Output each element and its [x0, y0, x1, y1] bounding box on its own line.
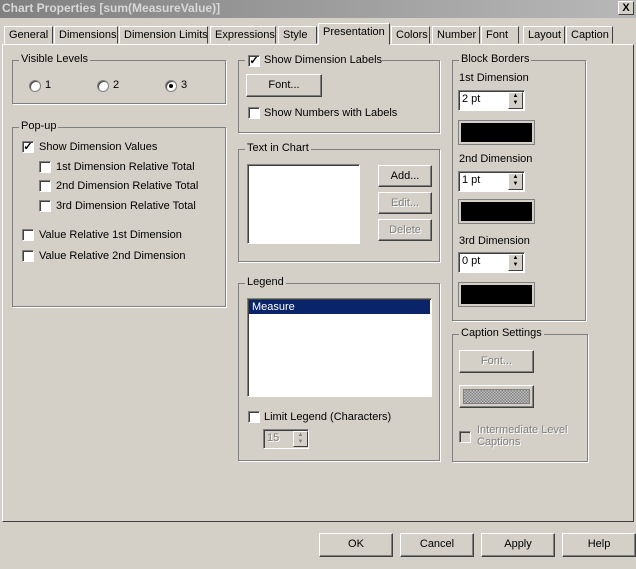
tab-layout[interactable]: Layout [523, 26, 565, 44]
value-rel2-label: Value Relative 2nd Dimension [39, 250, 186, 262]
caption-settings-group: Caption Settings Font... Intermediate Le… [452, 327, 588, 462]
text-in-chart-group: Text in Chart Add... Edit... Delete [238, 142, 440, 262]
dim2-border-color[interactable] [458, 199, 535, 224]
limit-legend-checkbox[interactable] [248, 411, 260, 423]
window-title: Chart Properties [sum(MeasureValue)] [2, 1, 221, 15]
dim2-border-spinner[interactable]: ▲ ▼ [508, 173, 523, 190]
show-dimension-labels-checkbox[interactable]: ✓ [248, 55, 260, 67]
limit-legend-spinner[interactable]: ▲ ▼ [293, 431, 308, 447]
close-button[interactable]: X [618, 1, 634, 15]
rel2-checkbox[interactable] [39, 180, 51, 192]
tab-style[interactable]: Style [278, 26, 317, 44]
ok-button[interactable]: OK [319, 533, 393, 557]
apply-button[interactable]: Apply [481, 533, 555, 557]
tab-presentation[interactable]: Presentation [318, 23, 390, 45]
text-in-chart-list[interactable] [247, 164, 360, 244]
title-bar: Chart Properties [sum(MeasureValue)] X [0, 0, 636, 18]
tab-expressions[interactable]: Expressions [210, 26, 276, 44]
dimension-labels-font-button[interactable]: Font... [246, 74, 322, 97]
caption-settings-label: Caption Settings [459, 327, 544, 339]
rel2-label: 2nd Dimension Relative Total [56, 180, 199, 192]
legend-group: Legend Measure Limit Legend (Characters)… [238, 276, 440, 461]
level-2-label: 2 [113, 79, 120, 91]
dim3-border-label: 3rd Dimension [459, 235, 530, 247]
dim1-border-label: 1st Dimension [459, 72, 529, 84]
rel3-label: 3rd Dimension Relative Total [56, 200, 196, 212]
level-1-radio[interactable] [29, 80, 41, 92]
legend-item-measure[interactable]: Measure [249, 300, 430, 314]
tab-number[interactable]: Number [432, 26, 480, 44]
show-numbers-label: Show Numbers with Labels [264, 107, 398, 119]
show-dimension-values-label: Show Dimension Values [39, 141, 158, 153]
show-dimension-values-checkbox[interactable]: ✓ [22, 141, 34, 153]
dim1-border-spinner[interactable]: ▲ ▼ [508, 92, 523, 109]
limit-legend-label: Limit Legend (Characters) [264, 411, 392, 423]
tab-colors[interactable]: Colors [391, 26, 430, 44]
dim2-border-label: 2nd Dimension [459, 153, 533, 165]
dim3-border-spinner[interactable]: ▲ ▼ [508, 254, 523, 271]
value-rel1-label: Value Relative 1st Dimension [39, 229, 182, 241]
level-3-label: 3 [181, 79, 188, 91]
dim1-border-color[interactable] [458, 120, 535, 145]
show-numbers-checkbox[interactable] [248, 107, 260, 119]
edit-text-button[interactable]: Edit... [378, 192, 432, 214]
tab-general[interactable]: General [4, 26, 53, 44]
intermediate-captions-label: Intermediate Level Captions [477, 424, 568, 448]
dimension-labels-group: ✓ Show Dimension Labels Font... Show Numb… [238, 53, 440, 133]
tab-dimensions[interactable]: Dimensions [54, 26, 118, 44]
caption-font-button[interactable]: Font... [459, 350, 534, 373]
visible-levels-label: Visible Levels [19, 53, 91, 65]
text-in-chart-label: Text in Chart [245, 142, 311, 154]
value-rel1-checkbox[interactable] [22, 229, 34, 241]
rel3-checkbox[interactable] [39, 200, 51, 212]
tab-caption[interactable]: Caption [566, 26, 613, 44]
level-1-label: 1 [45, 79, 52, 91]
legend-label: Legend [245, 276, 286, 288]
show-dimension-labels-label: Show Dimension Labels [264, 54, 383, 66]
popup-label: Pop-up [19, 120, 59, 132]
cancel-button[interactable]: Cancel [400, 533, 474, 557]
level-3-radio[interactable] [165, 80, 177, 92]
legend-list[interactable]: Measure [247, 298, 432, 397]
tab-font[interactable]: Font [481, 26, 519, 44]
add-text-button[interactable]: Add... [378, 165, 432, 187]
intermediate-captions-checkbox[interactable] [459, 431, 471, 443]
value-rel2-checkbox[interactable] [22, 250, 34, 262]
delete-text-button[interactable]: Delete [378, 219, 432, 241]
visible-levels-group: Visible Levels 1 2 3 [12, 53, 226, 104]
rel1-checkbox[interactable] [39, 161, 51, 173]
level-2-radio[interactable] [97, 80, 109, 92]
help-button[interactable]: Help [562, 533, 636, 557]
rel1-label: 1st Dimension Relative Total [56, 161, 195, 173]
dim3-border-color[interactable] [458, 282, 535, 307]
block-borders-label: Block Borders [459, 53, 532, 65]
tab-dimension-limits[interactable]: Dimension Limits [119, 26, 208, 44]
caption-color-button[interactable] [459, 385, 534, 408]
block-borders-group: Block Borders 1st Dimension 2 pt ▲ ▼ 2nd … [452, 53, 586, 321]
popup-group: Pop-up ✓ Show Dimension Values 1st Dimens… [12, 120, 226, 307]
